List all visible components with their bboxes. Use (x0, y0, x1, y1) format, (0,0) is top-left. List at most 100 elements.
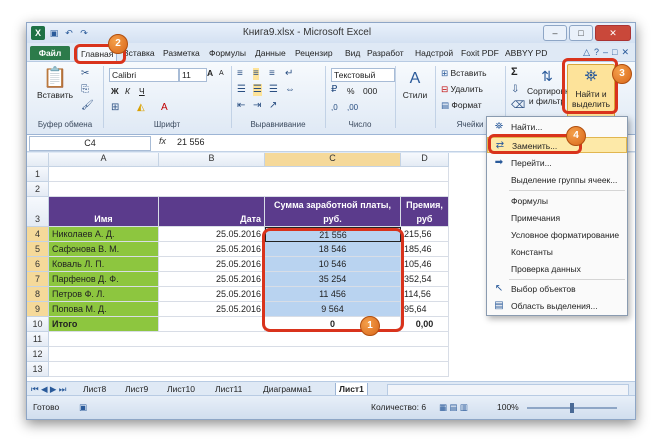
cell-total-bonus[interactable]: 0,00 (401, 317, 449, 332)
wrap-text-icon[interactable]: ↵ (285, 68, 293, 80)
format-cells-button[interactable]: ▤ Формат (441, 100, 482, 111)
window-minimize-icon[interactable]: – (603, 47, 608, 58)
maximize-button[interactable]: □ (569, 25, 593, 41)
row-header-3[interactable]: 3 (27, 197, 49, 227)
header-bonus[interactable]: Премия, руб (401, 197, 449, 227)
row-header-10[interactable]: 10 (27, 317, 49, 332)
insert-cells-button[interactable]: ⊞ Вставить (441, 68, 487, 79)
merge-icon[interactable]: ⇔ (285, 84, 295, 96)
cell-name[interactable]: Коваль Л. П. (49, 257, 159, 272)
increase-decimal-icon[interactable]: ,0 (331, 102, 338, 114)
cell-date[interactable]: 25.05.2016 (159, 287, 265, 302)
fill-color-icon[interactable]: ◭ (137, 102, 145, 114)
borders-icon[interactable]: ⊞ (111, 102, 119, 114)
tab-page-layout[interactable]: Разметка (163, 46, 200, 60)
align-right-icon[interactable]: ☰ (269, 84, 278, 96)
row-header-12[interactable]: 12 (27, 347, 49, 362)
font-size-select[interactable]: 11 (179, 68, 207, 82)
tab-review[interactable]: Рецензир (295, 46, 333, 60)
row-header-9[interactable]: 9 (27, 302, 49, 317)
empty-row[interactable] (49, 182, 449, 197)
name-box[interactable]: C4 (29, 136, 151, 151)
font-name-select[interactable]: Calibri (109, 68, 179, 82)
cell-name[interactable]: Парфенов Д. Ф. (49, 272, 159, 287)
sheet-tab[interactable]: Лист11 (215, 383, 242, 395)
column-header-c[interactable]: C (265, 153, 401, 167)
row-header-13[interactable]: 13 (27, 362, 49, 377)
row-header-7[interactable]: 7 (27, 272, 49, 287)
tab-view[interactable]: Вид (345, 46, 360, 60)
tab-insert[interactable]: Вставка (123, 46, 155, 60)
tab-foxit[interactable]: Foxit PDF (461, 46, 499, 60)
sheet-nav-arrows[interactable]: ⏮ ◀ ▶ ⏭ (31, 383, 66, 395)
empty-row[interactable] (49, 347, 449, 362)
align-left-icon[interactable]: ☰ (237, 84, 246, 96)
sheet-tab[interactable]: Лист10 (167, 383, 195, 395)
tab-data[interactable]: Данные (255, 46, 286, 60)
currency-icon[interactable]: ₽ (331, 84, 337, 96)
cell-bonus[interactable]: 105,46 (401, 257, 449, 272)
format-painter-icon[interactable]: 🖌 (81, 100, 94, 112)
cell-date[interactable]: 25.05.2016 (159, 227, 265, 242)
cell-name[interactable]: Николаев А. Д. (49, 227, 159, 242)
minimize-ribbon-icon[interactable]: △ (583, 47, 590, 58)
sheet-tab[interactable]: Лист8 (83, 383, 106, 395)
column-header-a[interactable]: A (49, 153, 159, 167)
empty-row[interactable] (49, 167, 449, 182)
paste-button[interactable]: 📋 Вставить (33, 66, 77, 100)
grow-font-button[interactable]: A (207, 68, 213, 78)
tab-abbyy[interactable]: ABBYY PD (505, 46, 547, 60)
cell-bonus[interactable]: 114,56 (401, 287, 449, 302)
tab-formulas[interactable]: Формулы (209, 46, 246, 60)
column-header-d[interactable]: D (401, 153, 449, 167)
row-header-1[interactable]: 1 (27, 167, 49, 182)
sheet-tab[interactable]: Лист9 (125, 383, 148, 395)
menu-item-formulas[interactable]: Формулы (487, 193, 627, 209)
sort-filter-button[interactable]: ⇅ Сортировка и фильтр (527, 66, 574, 106)
cell-total-label[interactable]: Итого (49, 317, 159, 332)
cell-bonus[interactable]: 185,46 (401, 242, 449, 257)
view-buttons-icon[interactable]: ▦ ▤ ▥ (439, 402, 468, 413)
sheet-tab[interactable]: Диаграмма1 (263, 383, 312, 395)
menu-item-find[interactable]: ⛯ Найти... (487, 119, 627, 135)
autosum-button[interactable]: Σ (511, 66, 518, 78)
row-header-2[interactable]: 2 (27, 182, 49, 197)
cell-date[interactable]: 25.05.2016 (159, 302, 265, 317)
cell-date[interactable]: 25.05.2016 (159, 242, 265, 257)
cell-name[interactable]: Попова М. Д. (49, 302, 159, 317)
header-date[interactable]: Дата (159, 197, 265, 227)
formula-input[interactable]: 21 556 (177, 137, 205, 147)
zoom-slider-thumb[interactable] (570, 403, 574, 413)
underline-button[interactable]: Ч (139, 86, 145, 96)
minimize-button[interactable]: – (543, 25, 567, 41)
align-bottom-icon[interactable]: ≡ (269, 68, 275, 80)
menu-item-constants[interactable]: Константы (487, 244, 627, 260)
row-header-5[interactable]: 5 (27, 242, 49, 257)
row-header-11[interactable]: 11 (27, 332, 49, 347)
help-icon[interactable]: ? (594, 47, 599, 58)
macro-record-icon[interactable]: ▣ (79, 402, 87, 413)
row-header-6[interactable]: 6 (27, 257, 49, 272)
percent-button[interactable]: % (347, 86, 355, 96)
window-restore-icon[interactable]: □ (612, 47, 617, 58)
menu-item-select-objects[interactable]: ↖ Выбор объектов (487, 281, 627, 297)
copy-icon[interactable]: ⎘ (81, 84, 89, 96)
align-middle-icon[interactable]: ≡ (253, 68, 259, 80)
bold-button[interactable]: Ж (111, 86, 119, 96)
increase-indent-icon[interactable]: ⇥ (253, 100, 261, 112)
cell-bonus[interactable]: 352,54 (401, 272, 449, 287)
cell-date[interactable]: 25.05.2016 (159, 257, 265, 272)
shrink-font-button[interactable]: A (219, 70, 224, 77)
font-color-icon[interactable]: A (161, 102, 168, 114)
menu-item-comments[interactable]: Примечания (487, 210, 627, 226)
fx-label[interactable]: fx (159, 136, 166, 146)
styles-button[interactable]: A Стили (399, 68, 431, 100)
decrease-indent-icon[interactable]: ⇤ (237, 100, 245, 112)
orientation-icon[interactable]: ↗ (269, 100, 277, 112)
menu-item-data-validation[interactable]: Проверка данных (487, 261, 627, 277)
header-salary[interactable]: Сумма заработной платы, руб. (265, 197, 401, 227)
decrease-decimal-icon[interactable]: ,00 (347, 102, 358, 114)
close-button[interactable]: ✕ (595, 25, 631, 41)
menu-item-selection-pane[interactable]: ▤ Область выделения... (487, 298, 627, 314)
window-close-icon[interactable]: ✕ (621, 47, 629, 58)
